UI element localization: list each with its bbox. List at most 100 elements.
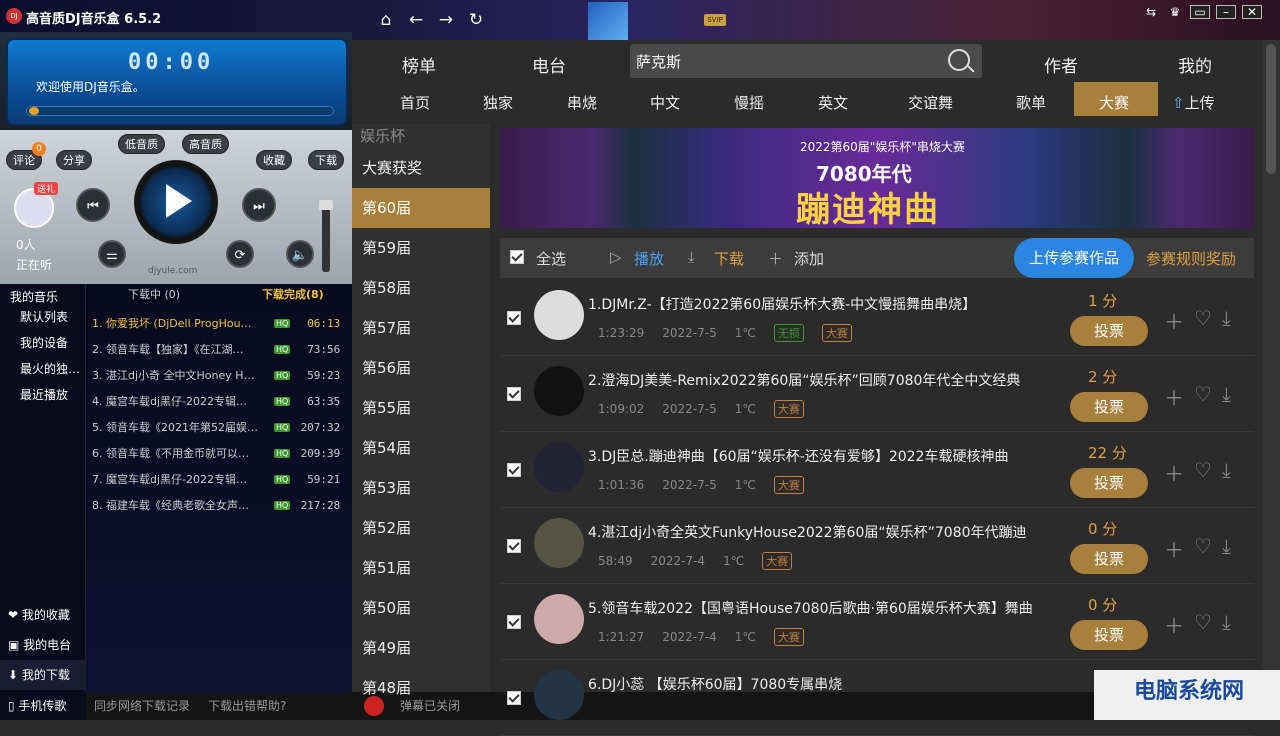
volume-icon[interactable]: 🔈 bbox=[286, 240, 314, 268]
tab-radio[interactable]: 电台 bbox=[532, 52, 566, 77]
heart-icon[interactable]: ♡ bbox=[1194, 534, 1212, 563]
svip-badge[interactable]: SVIP bbox=[704, 14, 726, 26]
search-input[interactable] bbox=[636, 50, 926, 72]
add-icon[interactable]: ＋ bbox=[1164, 306, 1184, 335]
song-cover[interactable] bbox=[534, 290, 584, 340]
search-icon[interactable] bbox=[948, 49, 970, 71]
select-all-label[interactable]: 全选 bbox=[536, 248, 566, 269]
subnav-item-selected[interactable]: 大赛 bbox=[1099, 92, 1129, 113]
song-cover[interactable] bbox=[534, 670, 584, 720]
menu-button[interactable]: ▭ bbox=[1190, 5, 1210, 19]
left-cat[interactable]: 最近播放 bbox=[0, 382, 85, 408]
download-row[interactable]: 6. 领音车载《不用金币就可以… HQ 209:39 bbox=[86, 440, 352, 466]
back-icon[interactable]: ← bbox=[406, 10, 426, 30]
add-icon[interactable]: ＋ bbox=[1164, 610, 1184, 639]
subnav-item[interactable]: 首页 bbox=[400, 92, 430, 113]
add-icon[interactable]: ＋ bbox=[1164, 382, 1184, 411]
scrollbar-thumb[interactable] bbox=[1266, 44, 1276, 174]
vote-button[interactable]: 投票 bbox=[1070, 468, 1148, 498]
sidebar-item[interactable]: 大赛获奖 bbox=[352, 148, 490, 188]
sidebar-item[interactable]: 第52届 bbox=[352, 508, 490, 548]
sidebar-item[interactable]: 第60届 bbox=[352, 188, 490, 228]
download-row[interactable]: 7. 魔宫车载dj黑仔-2022专辑… HQ 59:21 bbox=[86, 466, 352, 492]
download-icon[interactable]: ⤓ bbox=[1222, 534, 1231, 563]
heart-icon[interactable]: ♡ bbox=[1194, 382, 1212, 411]
download-row[interactable]: 5. 领音车载《2021年第52届娱… HQ 207:32 bbox=[86, 414, 352, 440]
song-title[interactable]: 6.DJ小蕊 【娱乐杯60届】7080专属串烧 bbox=[588, 674, 1068, 694]
mini-mode-icon[interactable]: ⇆ bbox=[1142, 4, 1160, 20]
sidebar-item[interactable]: 第53届 bbox=[352, 468, 490, 508]
sidebar-item[interactable]: 第48届 bbox=[352, 668, 490, 708]
phone-transfer-link[interactable]: ▯ 手机传歌 bbox=[0, 692, 86, 720]
select-all-checkbox[interactable] bbox=[510, 250, 524, 268]
song-title[interactable]: 2.澄海DJ美美-Remix2022第60届“娱乐杯”回顾7080年代全中文经典 bbox=[588, 370, 1068, 390]
play-button[interactable] bbox=[134, 160, 218, 244]
sidebar-item[interactable]: 第58届 bbox=[352, 268, 490, 308]
upload-link[interactable]: ⇧上传 bbox=[1172, 92, 1215, 113]
download-icon[interactable]: ⤓ bbox=[1222, 382, 1231, 411]
song-row[interactable]: 3.DJ臣总.蹦迪神曲【60届“娱乐杯-还没有爱够】2022车载硬核神曲 1:01… bbox=[500, 432, 1254, 508]
subnav-item[interactable]: 英文 bbox=[818, 92, 848, 113]
my-download-link[interactable]: ⬇ 我的下载 bbox=[0, 660, 86, 690]
vote-button[interactable]: 投票 bbox=[1070, 620, 1148, 650]
subnav-item[interactable]: 中文 bbox=[650, 92, 680, 113]
forward-icon[interactable]: → bbox=[436, 10, 456, 30]
contest-banner[interactable]: 2022第60届"娱乐杯"串烧大赛 7080年代 蹦迪神曲 bbox=[500, 128, 1254, 228]
download-icon[interactable]: ⤓ bbox=[1222, 610, 1231, 639]
volume-knob[interactable] bbox=[319, 200, 333, 210]
rules-link[interactable]: 参赛规则奖励 bbox=[1146, 248, 1236, 269]
subnav-item[interactable]: 独家 bbox=[483, 92, 513, 113]
tab-author[interactable]: 作者 bbox=[1044, 52, 1078, 77]
song-title[interactable]: 1.DJMr.Z-【打造2022第60届娱乐杯大赛-中文慢摇舞曲串烧】 bbox=[588, 294, 1068, 314]
subnav-item[interactable]: 串烧 bbox=[567, 92, 597, 113]
sidebar-item[interactable]: 第49届 bbox=[352, 628, 490, 668]
sidebar-item[interactable]: 第56届 bbox=[352, 348, 490, 388]
song-cover[interactable] bbox=[534, 594, 584, 644]
vote-button[interactable]: 投票 bbox=[1070, 316, 1148, 346]
minimize-button[interactable]: – bbox=[1216, 5, 1236, 19]
upload-entry-button[interactable]: 上传参赛作品 bbox=[1014, 238, 1134, 278]
tab-mine[interactable]: 我的 bbox=[1178, 52, 1212, 77]
sidebar-item[interactable]: 第55届 bbox=[352, 388, 490, 428]
song-row[interactable]: 1.DJMr.Z-【打造2022第60届娱乐杯大赛-中文慢摇舞曲串烧】 1:23:… bbox=[500, 280, 1254, 356]
my-radio-link[interactable]: ▣ 我的电台 bbox=[0, 630, 86, 660]
song-cover[interactable] bbox=[534, 442, 584, 492]
left-cat[interactable]: 最火的独… bbox=[0, 356, 85, 382]
song-checkbox[interactable] bbox=[507, 386, 521, 405]
collect-button[interactable]: 收藏 bbox=[256, 150, 292, 170]
refresh-icon[interactable]: ↻ bbox=[466, 10, 486, 30]
song-title[interactable]: 4.湛江dj小奇全英文FunkyHouse2022第60届“娱乐杯”7080年代… bbox=[588, 522, 1068, 542]
user-avatar[interactable] bbox=[588, 2, 628, 40]
download-row[interactable]: 1. 你爱我坏 (DjDell ProgHou… HQ 06:13 bbox=[86, 310, 352, 336]
volume-slider[interactable] bbox=[319, 200, 333, 272]
song-cover[interactable] bbox=[534, 518, 584, 568]
sidebar-item[interactable]: 第57届 bbox=[352, 308, 490, 348]
progress-bar[interactable] bbox=[26, 106, 334, 116]
download-row[interactable]: 4. 魔宫车载dj黑仔-2022专辑… HQ 63:35 bbox=[86, 388, 352, 414]
close-button[interactable]: ✕ bbox=[1242, 5, 1262, 19]
gift-badge[interactable]: 送礼 bbox=[34, 182, 59, 195]
subnav-item[interactable]: 慢摇 bbox=[734, 92, 764, 113]
download-row[interactable]: 8. 福建车载《经典老歌全女声… HQ 217:28 bbox=[86, 492, 352, 518]
tab-download-done[interactable]: 下载完成(8) bbox=[262, 284, 324, 306]
next-icon[interactable]: ⏭ bbox=[242, 188, 276, 222]
song-title[interactable]: 3.DJ臣总.蹦迪神曲【60届“娱乐杯-还没有爱够】2022车载硬核神曲 bbox=[588, 446, 1068, 466]
sidebar-item[interactable]: 第54届 bbox=[352, 428, 490, 468]
share-button[interactable]: 分享 bbox=[56, 150, 92, 170]
tab-downloading[interactable]: 下载中 (0) bbox=[128, 284, 180, 306]
song-row[interactable]: 2.澄海DJ美美-Remix2022第60届“娱乐杯”回顾7080年代全中文经典… bbox=[500, 356, 1254, 432]
song-checkbox[interactable] bbox=[507, 538, 521, 557]
equalizer-icon[interactable]: ⚌ bbox=[98, 240, 126, 268]
song-checkbox[interactable] bbox=[507, 614, 521, 633]
heart-icon[interactable]: ♡ bbox=[1194, 306, 1212, 335]
high-quality-button[interactable]: 高音质 bbox=[182, 134, 229, 154]
download-all-button[interactable]: 下载 bbox=[714, 248, 744, 269]
sync-download-link[interactable]: 同步网络下载记录 bbox=[94, 692, 190, 720]
song-cover[interactable] bbox=[534, 366, 584, 416]
home-icon[interactable]: ⌂ bbox=[376, 10, 396, 30]
sidebar-item[interactable]: 第59届 bbox=[352, 228, 490, 268]
add-icon[interactable]: ＋ bbox=[1164, 534, 1184, 563]
loop-icon[interactable]: ⟳ bbox=[226, 240, 254, 268]
play-all-button[interactable]: 播放 bbox=[634, 248, 664, 269]
progress-knob[interactable] bbox=[29, 107, 39, 115]
